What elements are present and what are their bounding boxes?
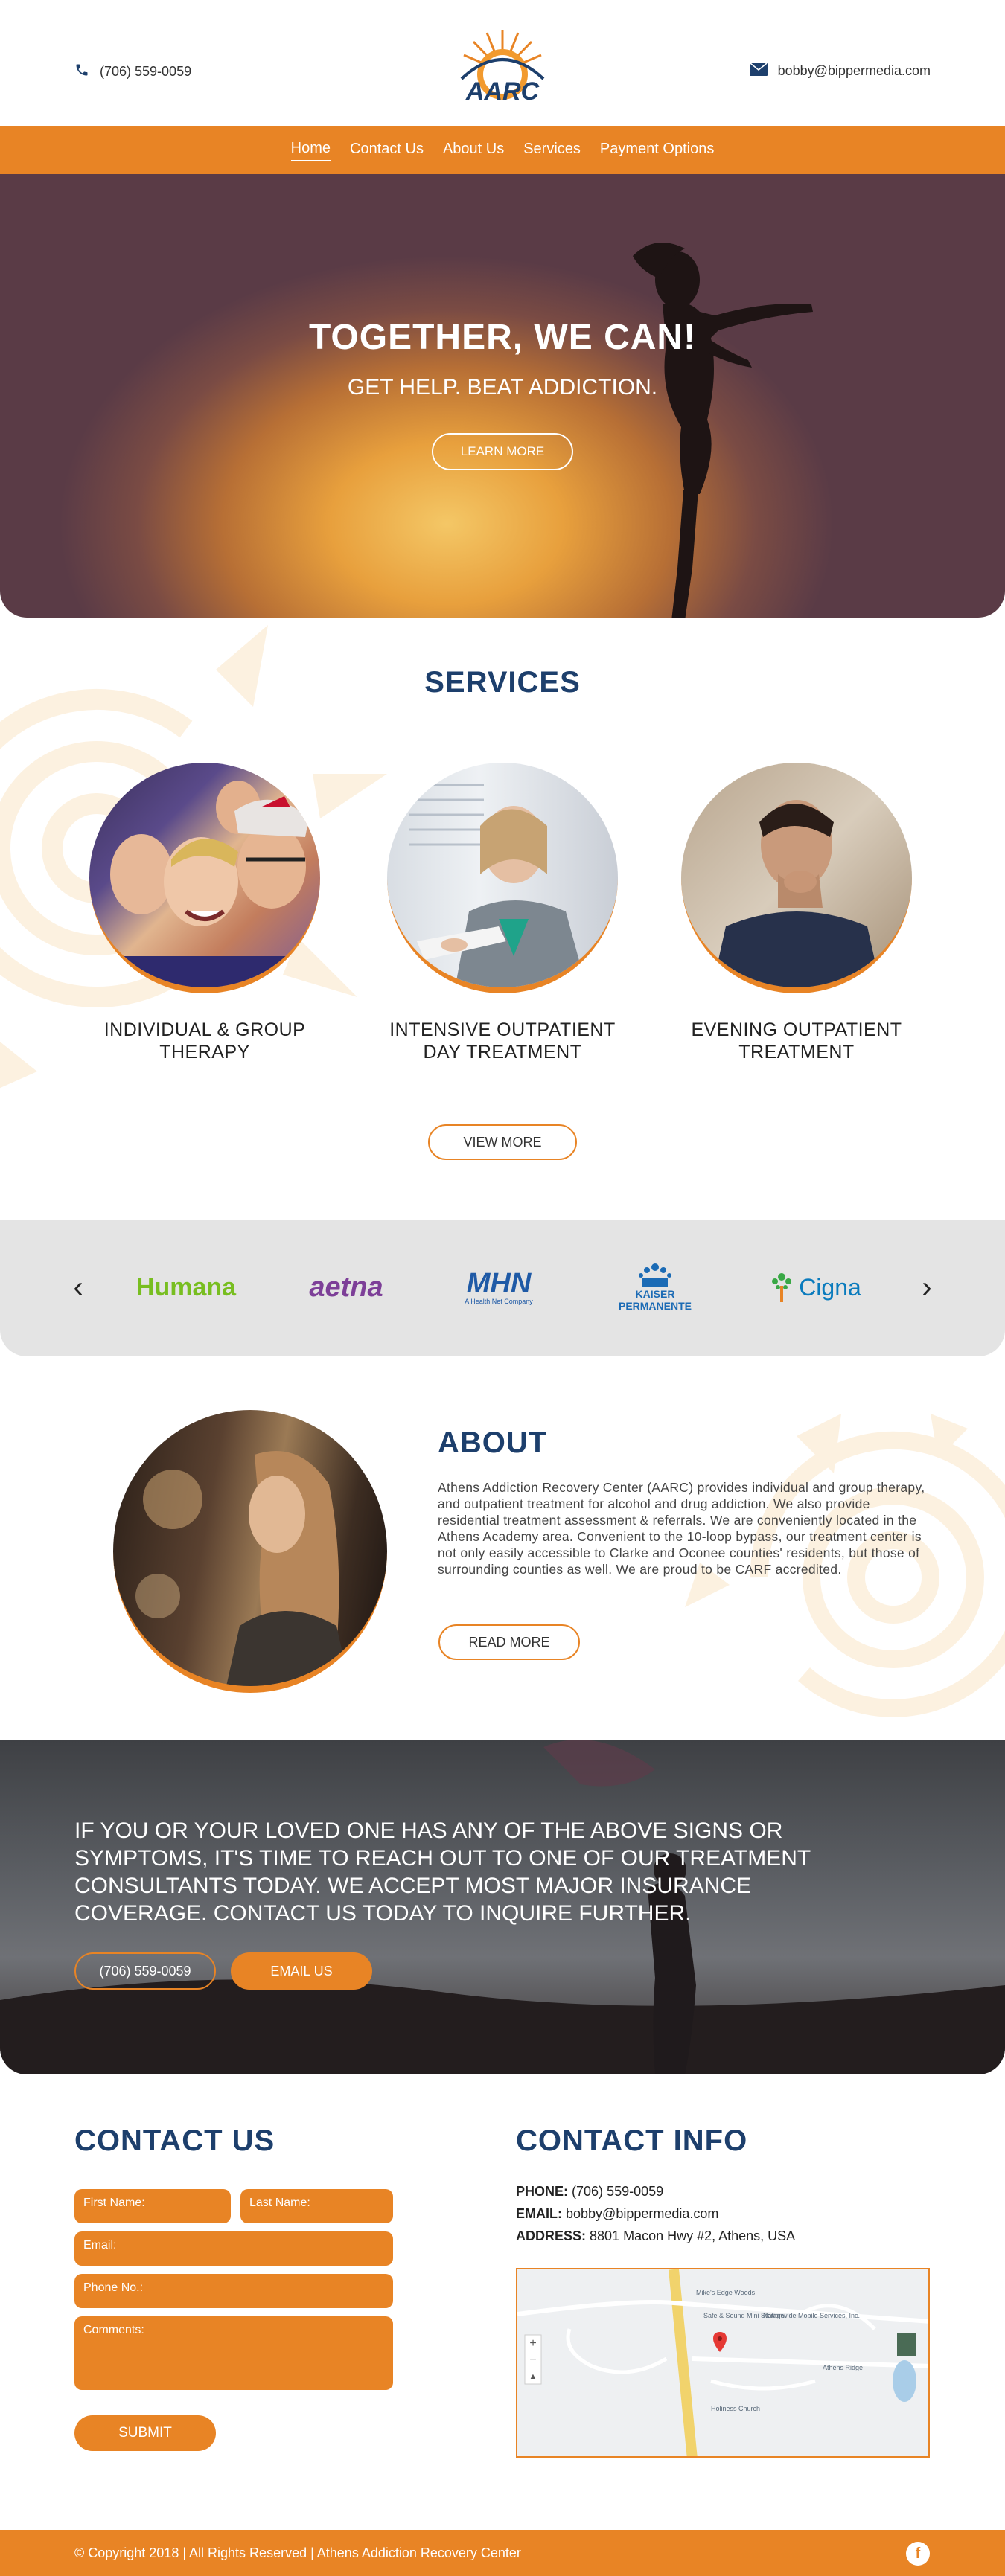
hero-banner: TOGETHER, WE CAN! GET HELP. BEAT ADDICTI… [0,174,1005,618]
envelope-icon [749,63,768,80]
header-email[interactable]: bobby@bippermedia.com [749,63,931,80]
first-name-field[interactable]: First Name: [74,2189,231,2223]
info-phone-value: (706) 559-0059 [572,2184,664,2199]
location-map[interactable]: Mike's Edge Woods Safe & Sound Mini Stor… [516,2268,930,2458]
phone-field[interactable]: Phone No.: [74,2274,393,2308]
service-image-therapy [89,763,320,993]
info-address-label: ADDRESS: [516,2229,587,2243]
chevron-right-icon[interactable]: › [916,1271,938,1304]
service-image-evening [681,763,912,993]
view-more-button[interactable]: VIEW MORE [428,1124,577,1160]
info-address: ADDRESS: 8801 Macon Hwy #2, Athens, USA [516,2229,795,2244]
header-phone-text: (706) 559-0059 [100,64,192,79]
map-label-athens-ridge: Athens Ridge [823,2364,863,2371]
service-image-intensive [387,763,618,993]
map-label-mikes-edge-woods: Mike's Edge Woods [696,2289,756,2296]
nav-about-us[interactable]: About Us [443,141,504,161]
last-name-field[interactable]: Last Name: [240,2189,393,2223]
cta-banner: IF YOU OR YOUR LOVED ONE HAS ANY OF THE … [0,1740,1005,2074]
mhn-logo: MHN A Health Net Company [465,1268,533,1305]
compass-icon: ▲ [529,2372,537,2381]
mhn-logo-tagline: A Health Net Company [465,1298,533,1305]
about-title: ABOUT [438,1426,548,1459]
hero-title: TOGETHER, WE CAN! [308,318,697,357]
services-title: SERVICES [424,666,581,699]
learn-more-button[interactable]: LEARN MORE [432,433,573,470]
kaiser-permanente-logo: KAISER PERMANENTE [603,1257,707,1317]
map-label-nationwide: Nationwide Mobile Services, Inc. [763,2312,860,2319]
header-email-text: bobby@bippermedia.com [777,63,931,78]
phone-icon [74,63,89,81]
nav-payment-options[interactable]: Payment Options [600,141,714,161]
info-email: EMAIL: bobby@bippermedia.com [516,2206,718,2222]
header-phone[interactable]: (706) 559-0059 [74,63,191,81]
info-phone-label: PHONE: [516,2184,569,2199]
service-card-evening[interactable]: EVENING OUTPATIENT TREATMENT [674,763,919,1063]
submit-button[interactable]: SUBMIT [74,2415,216,2451]
zoom-out-icon: − [529,2354,536,2366]
about-image [113,1410,387,1693]
map-label-holiness-church: Holiness Church [711,2405,760,2412]
comments-field[interactable]: Comments: [74,2316,393,2390]
read-more-button[interactable]: READ MORE [438,1624,580,1660]
cigna-logo: Cigna [763,1257,867,1317]
hero-silhouette [633,243,813,618]
logo-text: AARC [465,77,540,106]
email-us-button[interactable]: EMAIL US [231,1952,372,1990]
about-text: Athens Addiction Recovery Center (AARC) … [438,1480,925,1577]
service-label-evening: EVENING OUTPATIENT TREATMENT [691,1019,902,1063]
nav-services[interactable]: Services [523,141,581,161]
email-field[interactable]: Email: [74,2231,393,2266]
contact-info-title: CONTACT INFO [516,2124,748,2157]
cta-phone-button[interactable]: (706) 559-0059 [74,1952,216,1990]
info-phone: PHONE: (706) 559-0059 [516,2184,663,2199]
zoom-in-icon: + [529,2337,536,2350]
facebook-icon[interactable]: f [906,2542,930,2566]
contact-us-title: CONTACT US [74,2124,275,2157]
chevron-left-icon[interactable]: ‹ [67,1271,89,1304]
aarc-logo[interactable]: AARC [454,25,551,113]
insurance-carousel: ‹ Humana aetna MHN A Health Net Company … [0,1220,1005,1356]
service-card-intensive[interactable]: INTENSIVE OUTPATIENT DAY TREATMENT [380,763,625,1063]
info-email-label: EMAIL: [516,2206,562,2221]
footer-copyright: © Copyright 2018 | All Rights Reserved |… [74,2545,521,2560]
info-address-value: 8801 Macon Hwy #2, Athens, USA [590,2229,796,2243]
top-header: (706) 559-0059 AARC bobby@bippermedia.co… [0,0,1005,126]
service-label-therapy: INDIVIDUAL & GROUP THERAPY [103,1019,306,1063]
service-label-intensive: INTENSIVE OUTPATIENT DAY TREATMENT [389,1019,616,1063]
info-email-value[interactable]: bobby@bippermedia.com [566,2206,718,2221]
page: (706) 559-0059 AARC bobby@bippermedia.co… [0,0,1005,2576]
footer: © Copyright 2018 | All Rights Reserved |… [0,2530,1005,2576]
aetna-logo: aetna [309,1271,383,1303]
service-card-therapy[interactable]: INDIVIDUAL & GROUP THERAPY [82,763,328,1063]
nav-home[interactable]: Home [290,140,331,161]
nav-contact-us[interactable]: Contact Us [350,141,424,161]
hero-subtitle: GET HELP. BEAT ADDICTION. [347,375,658,400]
main-nav: Home Contact Us About Us Services Paymen… [0,126,1005,174]
humana-logo: Humana [135,1272,237,1301]
cta-text: IF YOU OR YOUR LOVED ONE HAS ANY OF THE … [74,1819,811,1926]
